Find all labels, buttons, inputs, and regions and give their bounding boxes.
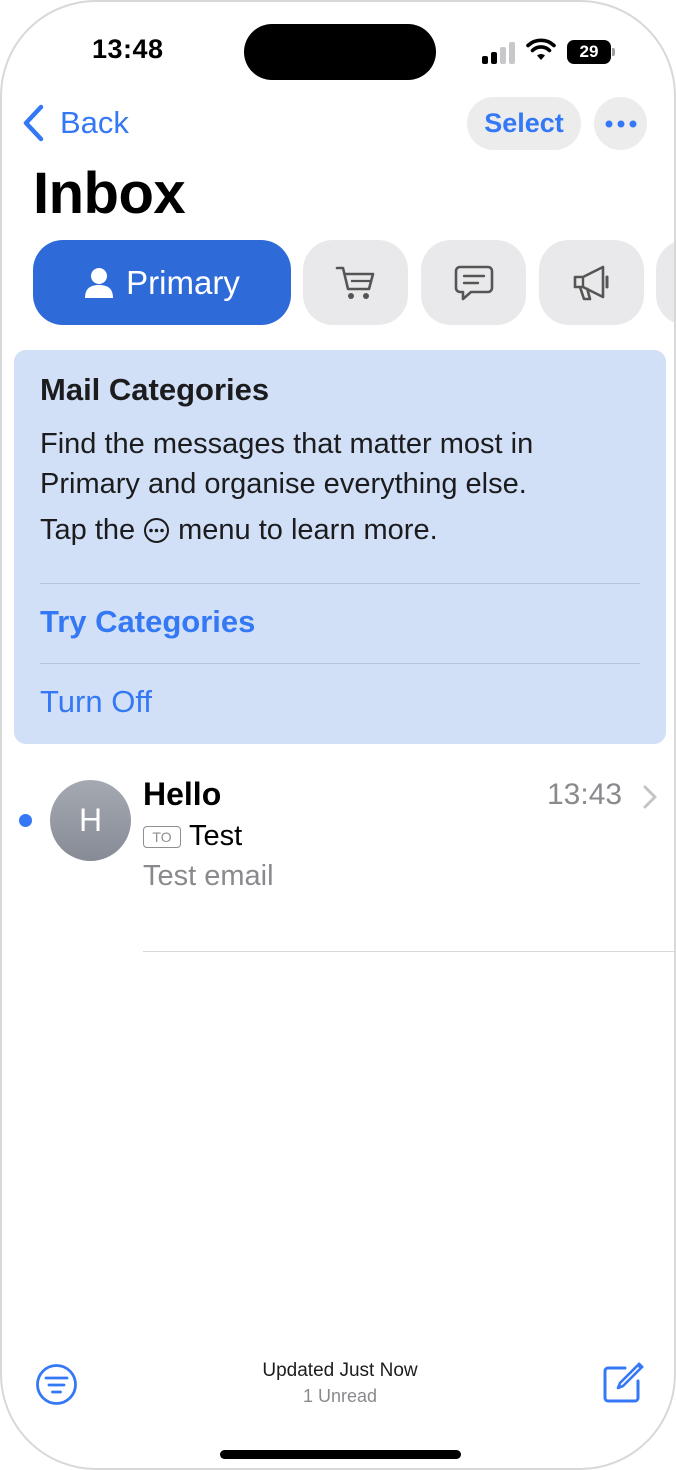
mail-time: 13:43 [547,778,623,811]
tab-primary-label: Primary [126,263,240,301]
mail-sender: Hello [143,776,222,812]
sync-status: Updated Just Now [262,1360,418,1381]
hint-before: Tap the [40,514,136,546]
tab-transactions[interactable] [303,240,408,325]
to-badge: TO [143,825,181,848]
mail-categories-card: Mail Categories Find the messages that m… [14,350,666,744]
mail-subject-line: TO Test [143,820,242,853]
status-time: 13:48 [92,34,164,64]
avatar: H [50,780,131,861]
status-bar: 13:48 29 [2,2,674,98]
compose-icon[interactable] [601,1361,645,1405]
tab-primary[interactable]: Primary [33,240,291,325]
dynamic-island [244,24,436,80]
card-divider [40,583,640,584]
chevron-right-icon [643,785,657,809]
battery-level: 29 [567,40,611,64]
ellipsis-circle-icon [144,518,170,543]
battery-icon: 29 [567,40,615,64]
unread-dot-icon [19,814,32,827]
tab-more-categories[interactable] [656,240,674,325]
wifi-icon [526,38,556,60]
mail-list-item[interactable]: H Hello 13:43 TO Test Test email [2,762,674,952]
page-title: Inbox [33,161,186,226]
ellipsis-icon [605,120,636,127]
back-label: Back [60,105,129,140]
mail-preview: Test email [143,860,274,892]
person-icon [85,267,114,298]
try-categories-button[interactable]: Try Categories [40,604,255,640]
home-indicator[interactable] [220,1450,461,1459]
chevron-left-icon [23,104,44,142]
message-bubble-icon [454,265,493,300]
more-button[interactable] [594,97,647,150]
tab-updates[interactable] [421,240,526,325]
tab-promotions[interactable] [539,240,644,325]
row-separator [143,951,674,952]
card-title: Mail Categories [40,372,270,407]
card-divider [40,663,640,664]
cart-icon [335,266,374,299]
mail-subject: Test [189,820,243,852]
turn-off-button[interactable]: Turn Off [40,684,152,720]
card-body: Find the messages that matter most in Pr… [40,428,534,500]
megaphone-icon [573,265,608,300]
hint-after: menu to learn more. [178,514,438,546]
unread-count: 1 Unread [302,1386,378,1406]
select-button[interactable]: Select [467,97,581,150]
cellular-signal-icon [482,42,518,64]
phone-screen: 13:48 29 Back Select Inbox Primary Mail … [0,0,676,1470]
back-button[interactable]: Back [20,100,129,146]
card-hint: Tap the menu to learn more. [40,514,438,547]
